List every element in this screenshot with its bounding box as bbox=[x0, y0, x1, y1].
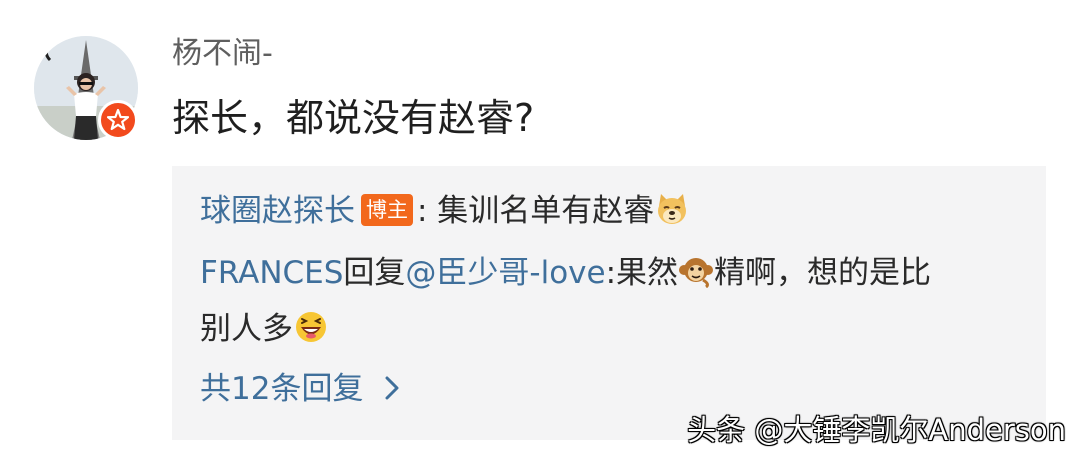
verified-badge-icon bbox=[98, 100, 138, 140]
author-badge: 博主 bbox=[361, 194, 413, 226]
comment-username[interactable]: 杨不闹- bbox=[172, 32, 273, 76]
comment-text: 探长，都说没有赵睿? bbox=[172, 96, 535, 140]
reply-item[interactable]: FRANCES回复@臣少哥-love:果然 精啊，想的是比 bbox=[200, 250, 931, 296]
doge-emoji-icon bbox=[658, 194, 687, 224]
reply-item-continued: 别人多 bbox=[200, 306, 329, 352]
reply-item[interactable]: 球圈赵探长 博主: 集训名单有赵睿 bbox=[200, 188, 690, 234]
monkey-emoji-icon bbox=[679, 258, 714, 288]
reply-text-continued: 精啊，想的是比 bbox=[714, 255, 932, 291]
reply-verb: 回复 bbox=[343, 255, 406, 291]
reply-text-line2: 别人多 bbox=[200, 311, 293, 347]
laughing-emoji-icon bbox=[296, 312, 326, 342]
reply-mention-link[interactable]: @臣少哥-love bbox=[405, 255, 605, 291]
reply-text: :果然 bbox=[605, 255, 679, 291]
reply-author-link[interactable]: FRANCES bbox=[200, 255, 343, 291]
more-replies-label[interactable]: 共12条回复 bbox=[200, 371, 363, 407]
reply-author-link[interactable]: 球圈赵探长 bbox=[200, 193, 355, 229]
reply-text: : 集训名单有赵睿 bbox=[417, 193, 655, 229]
reply-preview-box[interactable]: 球圈赵探长博主: 集训名单有赵睿 FRANCES回复@臣少哥-love:果然 bbox=[172, 166, 1046, 440]
watermark: 头条 @大锤李凯尔Anderson bbox=[687, 413, 1066, 447]
more-replies-link[interactable]: 共12条回复 bbox=[200, 366, 403, 412]
chevron-right-icon bbox=[385, 376, 399, 400]
comment-screen: 杨不闹- 探长，都说没有赵睿? 球圈赵探长 博主: 集训名单有赵睿 FRANCES… bbox=[0, 0, 1080, 458]
star-icon bbox=[107, 109, 129, 131]
